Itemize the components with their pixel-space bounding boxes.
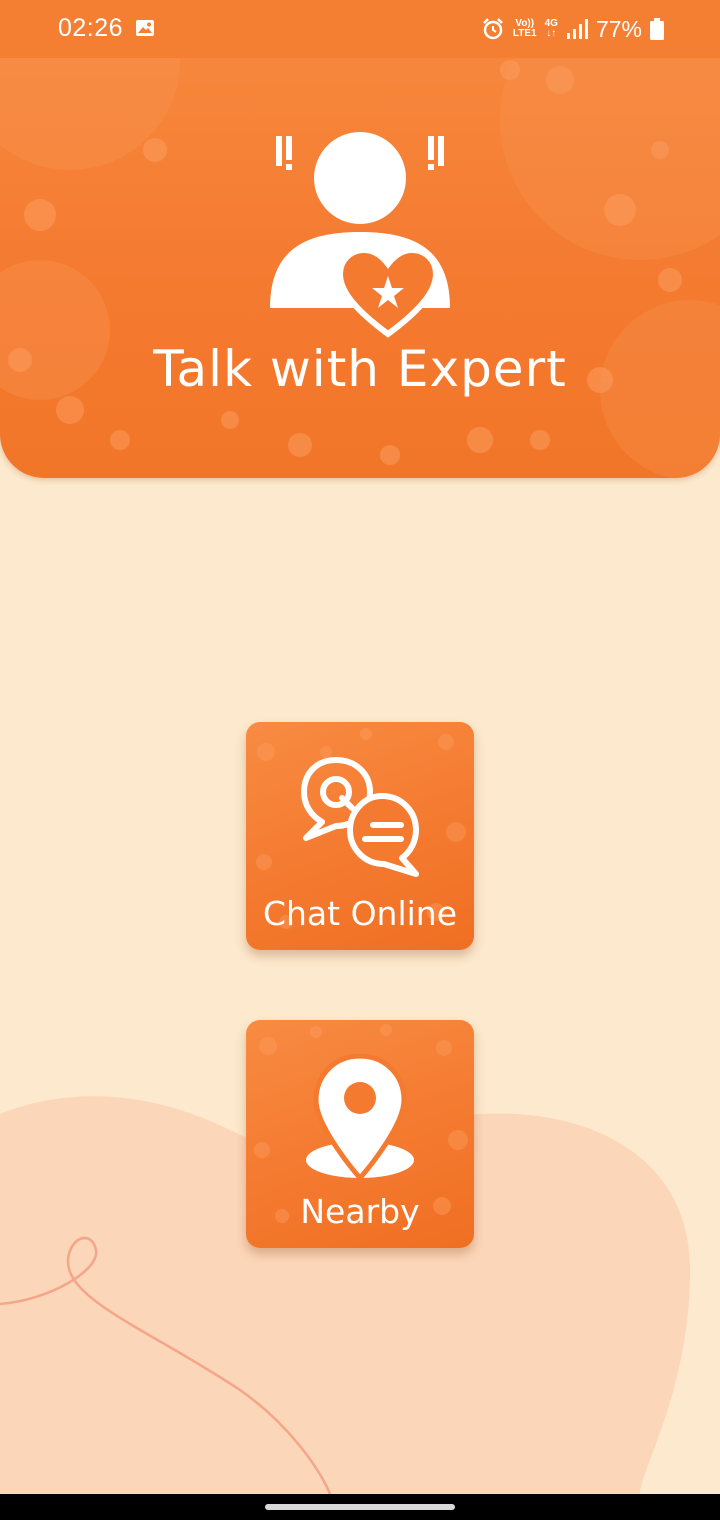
gallery-icon <box>136 20 154 36</box>
nearby-button[interactable]: Nearby <box>246 1020 474 1248</box>
network-lte-label: LTE1 <box>512 28 537 39</box>
expert-person-heart-icon <box>270 132 450 338</box>
signal-icon <box>566 19 588 39</box>
status-time: 02:26 <box>58 14 124 42</box>
nearby-label: Nearby <box>300 1192 420 1231</box>
data-arrows-icon: ↓↑ <box>546 28 557 39</box>
chat-online-button[interactable]: Chat Online <box>246 722 474 950</box>
location-pin-icon <box>306 1054 414 1182</box>
battery-percent: 77% <box>595 15 642 42</box>
battery-icon <box>650 18 664 40</box>
alarm-icon <box>483 18 503 40</box>
home-indicator[interactable] <box>265 1504 455 1510</box>
chat-online-label: Chat Online <box>262 894 458 933</box>
network-indicator: Vo)) LTE1 <box>513 19 537 39</box>
status-bar: 02:26 Vo)) LTE1 4G ↓↑ 77% <box>0 0 720 58</box>
page-title: Talk with Expert <box>153 340 567 398</box>
header-banner: Talk with Expert <box>0 0 720 478</box>
data-type-indicator: 4G ↓↑ <box>545 19 558 39</box>
navigation-bar <box>0 1494 720 1520</box>
chat-bubbles-icon <box>301 757 419 877</box>
